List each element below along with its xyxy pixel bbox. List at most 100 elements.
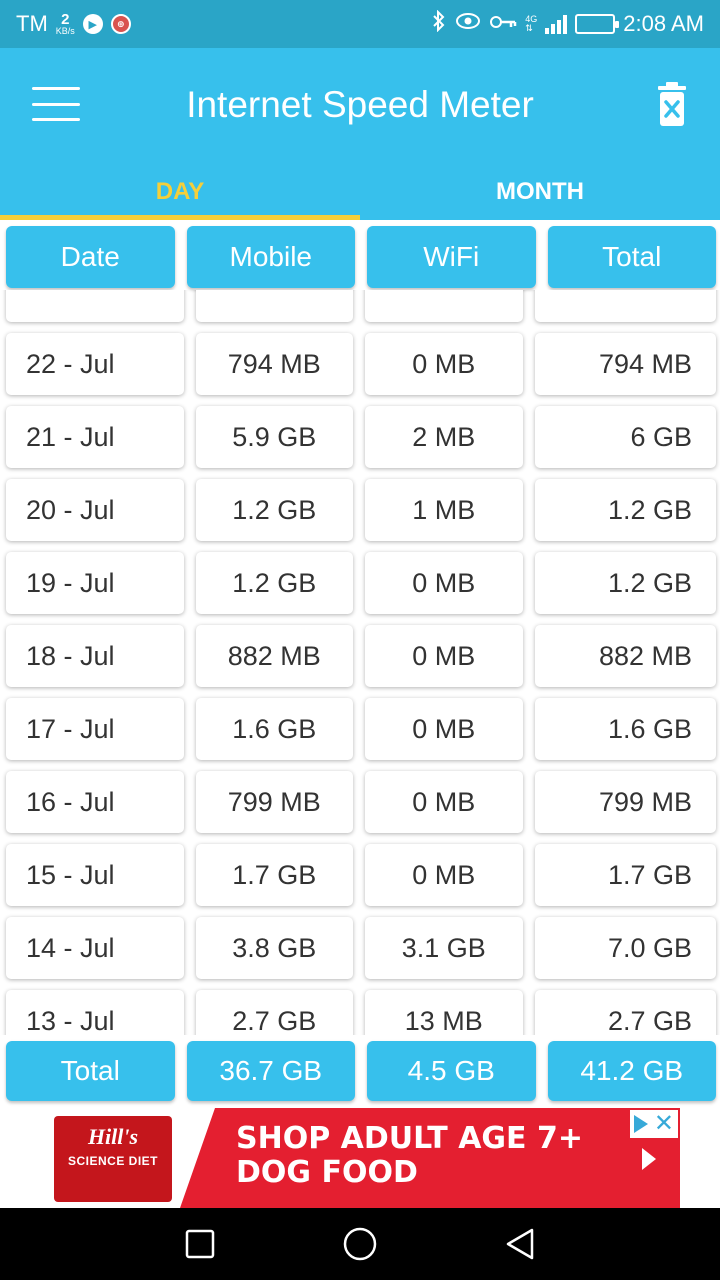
app-title: Internet Speed Meter (186, 84, 534, 125)
mobile-cell: 799 MB (195, 771, 353, 833)
media-icon: ▶ (82, 14, 103, 34)
wifi-cell: 13 MB (365, 990, 523, 1035)
table-row[interactable]: 22 - Jul 794 MB 0 MB 794 MB (6, 333, 716, 395)
table-row[interactable]: 13 - Jul 2.7 GB 13 MB 2.7 GB (6, 990, 716, 1035)
mobile-cell: 1.6 GB (195, 698, 353, 760)
app-toolbar: Internet Speed Meter (0, 48, 720, 170)
wifi-cell: 2 MB (365, 406, 523, 468)
ad-headline: SHOP ADULT AGE 7+ DOG FOOD (236, 1122, 636, 1190)
header-total[interactable]: Total (547, 226, 716, 288)
table-row[interactable]: 17 - Jul 1.6 GB 0 MB 1.6 GB (6, 698, 716, 760)
date-cell: 19 - Jul (6, 552, 184, 614)
delete-icon[interactable] (654, 80, 690, 128)
total-cell: 882 MB (534, 625, 716, 687)
header-wifi[interactable]: WiFi (367, 226, 536, 288)
status-bar-right: 4G ⇅ 2:08 AM (431, 9, 704, 38)
total-cell: 799 MB (534, 771, 716, 833)
wifi-cell: 0 MB (365, 552, 523, 614)
signal-icon (545, 14, 568, 34)
table-row[interactable]: 14 - Jul 3.8 GB 3.1 GB 7.0 GB (6, 917, 716, 979)
data-arrows-icon: ⇅ (525, 23, 533, 33)
mobile-cell: 5.9 GB (195, 406, 353, 468)
wifi-cell: 0 MB (365, 698, 523, 760)
total-cell: 1.2 GB (534, 552, 716, 614)
status-bar: TM 2 KB/s ▶ ⊕ 4G ⇅ 2:08 AM (0, 0, 720, 48)
total-cell (534, 290, 716, 322)
carrier-label: TM (16, 11, 48, 36)
header-mobile[interactable]: Mobile (186, 226, 355, 288)
ad-choices[interactable]: ✕ (629, 1110, 678, 1138)
network-type: 4G ⇅ (525, 15, 537, 33)
total-cell: 1.6 GB (534, 698, 716, 760)
wifi-cell: 3.1 GB (365, 917, 523, 979)
back-icon[interactable] (500, 1224, 540, 1264)
mobile-cell: 1.2 GB (195, 552, 353, 614)
date-cell: 22 - Jul (6, 333, 184, 395)
total-cell: 1.2 GB (534, 479, 716, 541)
date-cell: 15 - Jul (6, 844, 184, 906)
ad-headline-line1: SHOP ADULT AGE 7+ (236, 1121, 583, 1156)
usage-list[interactable]: 22 - Jul 794 MB 0 MB 794 MB 21 - Jul 5.9 GB 2 … (0, 290, 720, 1035)
eye-icon (455, 12, 481, 36)
home-icon[interactable] (340, 1224, 380, 1264)
wifi-cell: 1 MB (365, 479, 523, 541)
ad-arrow-icon[interactable] (642, 1148, 656, 1170)
mobile-cell: 882 MB (195, 625, 353, 687)
date-cell: 14 - Jul (6, 917, 184, 979)
date-cell: 17 - Jul (6, 698, 184, 760)
tab-month[interactable]: MONTH (360, 170, 720, 220)
total-cell: 2.7 GB (534, 990, 716, 1035)
date-cell: 20 - Jul (6, 479, 184, 541)
bluetooth-icon (431, 9, 447, 38)
table-row[interactable]: 16 - Jul 799 MB 0 MB 799 MB (6, 771, 716, 833)
table-row[interactable]: 20 - Jul 1.2 GB 1 MB 1.2 GB (6, 479, 716, 541)
table-header: Date Mobile WiFi Total (6, 226, 716, 288)
date-cell: 18 - Jul (6, 625, 184, 687)
ad-brand-name: Hill's (87, 1124, 139, 1149)
wifi-cell: 0 MB (365, 844, 523, 906)
wifi-cell: 0 MB (365, 333, 523, 395)
tab-bar: DAY MONTH (0, 170, 720, 220)
clock: 2:08 AM (623, 11, 704, 36)
total-cell: 6 GB (534, 406, 716, 468)
totals-mobile: 36.7 GB (186, 1041, 355, 1101)
table-row[interactable]: 18 - Jul 882 MB 0 MB 882 MB (6, 625, 716, 687)
ad-brand-sub: SCIENCE DIET (67, 1154, 158, 1168)
totals-row: Total 36.7 GB 4.5 GB 41.2 GB (6, 1041, 716, 1101)
mobile-cell (195, 290, 353, 322)
tab-day[interactable]: DAY (0, 170, 360, 220)
table-row[interactable] (6, 290, 716, 322)
speed-value: 2 (61, 11, 70, 28)
table-row[interactable]: 15 - Jul 1.7 GB 0 MB 1.7 GB (6, 844, 716, 906)
wifi-cell (365, 290, 523, 322)
status-bar-left: TM 2 KB/s ▶ ⊕ (16, 11, 131, 37)
ad-brand-logo: Hill's SCIENCE DIET (54, 1116, 172, 1202)
key-icon (489, 13, 517, 36)
recents-icon[interactable] (180, 1224, 220, 1264)
ad-banner[interactable]: Hill's SCIENCE DIET SHOP ADULT AGE 7+ DO… (40, 1108, 680, 1208)
ad-choices-icon[interactable] (633, 1115, 648, 1133)
total-cell: 7.0 GB (534, 917, 716, 979)
totals-wifi: 4.5 GB (367, 1041, 536, 1101)
table-row[interactable]: 21 - Jul 5.9 GB 2 MB 6 GB (6, 406, 716, 468)
speed-indicator: 2 KB/s (56, 12, 75, 36)
table-row[interactable]: 19 - Jul 1.2 GB 0 MB 1.2 GB (6, 552, 716, 614)
speed-unit: KB/s (55, 26, 75, 36)
mobile-cell: 3.8 GB (195, 917, 353, 979)
totals-total: 41.2 GB (547, 1041, 716, 1101)
total-cell: 1.7 GB (534, 844, 716, 906)
wifi-cell: 0 MB (365, 625, 523, 687)
battery-icon (575, 14, 620, 34)
date-cell: 21 - Jul (6, 406, 184, 468)
ad-close-icon[interactable]: ✕ (654, 1112, 674, 1136)
navigation-bar (0, 1208, 720, 1280)
screen: TM 2 KB/s ▶ ⊕ 4G ⇅ 2:08 AM Internet Spee… (0, 0, 720, 1280)
ad-headline-line2: DOG FOOD (236, 1155, 418, 1190)
date-cell: 16 - Jul (6, 771, 184, 833)
mobile-cell: 794 MB (195, 333, 353, 395)
date-cell: 13 - Jul (6, 990, 184, 1035)
totals-label: Total (6, 1041, 175, 1101)
date-cell (6, 290, 184, 322)
header-date[interactable]: Date (6, 226, 175, 288)
mobile-cell: 2.7 GB (195, 990, 353, 1035)
